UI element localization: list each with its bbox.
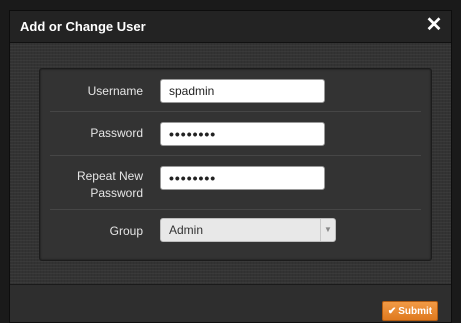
password-field[interactable]: [160, 122, 325, 146]
username-field[interactable]: [160, 79, 325, 103]
username-label: Username: [87, 84, 143, 98]
user-form-panel: Username Password Repeat New Password Gr…: [39, 68, 432, 261]
divider: [50, 209, 421, 210]
divider: [50, 155, 421, 156]
submit-label: Submit: [398, 305, 433, 317]
dialog-title: Add or Change User: [20, 19, 146, 34]
close-icon[interactable]: ✕: [423, 13, 445, 37]
submit-button[interactable]: ✔ Submit: [382, 301, 438, 321]
group-label: Group: [109, 224, 143, 238]
dialog-footer: ✔ Submit: [10, 284, 451, 322]
group-select[interactable]: Admin ▼: [160, 218, 336, 242]
group-selected-value: Admin: [169, 223, 204, 237]
repeat-password-label-line2: Password: [90, 186, 143, 200]
check-icon: ✔: [387, 305, 397, 317]
add-change-user-dialog: Add or Change User ✕ Username Password R…: [9, 10, 452, 323]
repeat-password-label: Repeat New Password: [40, 168, 143, 202]
repeat-password-field[interactable]: [160, 166, 325, 190]
password-label: Password: [90, 126, 143, 140]
divider: [50, 111, 421, 112]
repeat-password-label-line1: Repeat New: [76, 169, 143, 183]
dialog-titlebar: Add or Change User ✕: [10, 11, 451, 43]
chevron-down-icon[interactable]: ▼: [320, 219, 335, 241]
